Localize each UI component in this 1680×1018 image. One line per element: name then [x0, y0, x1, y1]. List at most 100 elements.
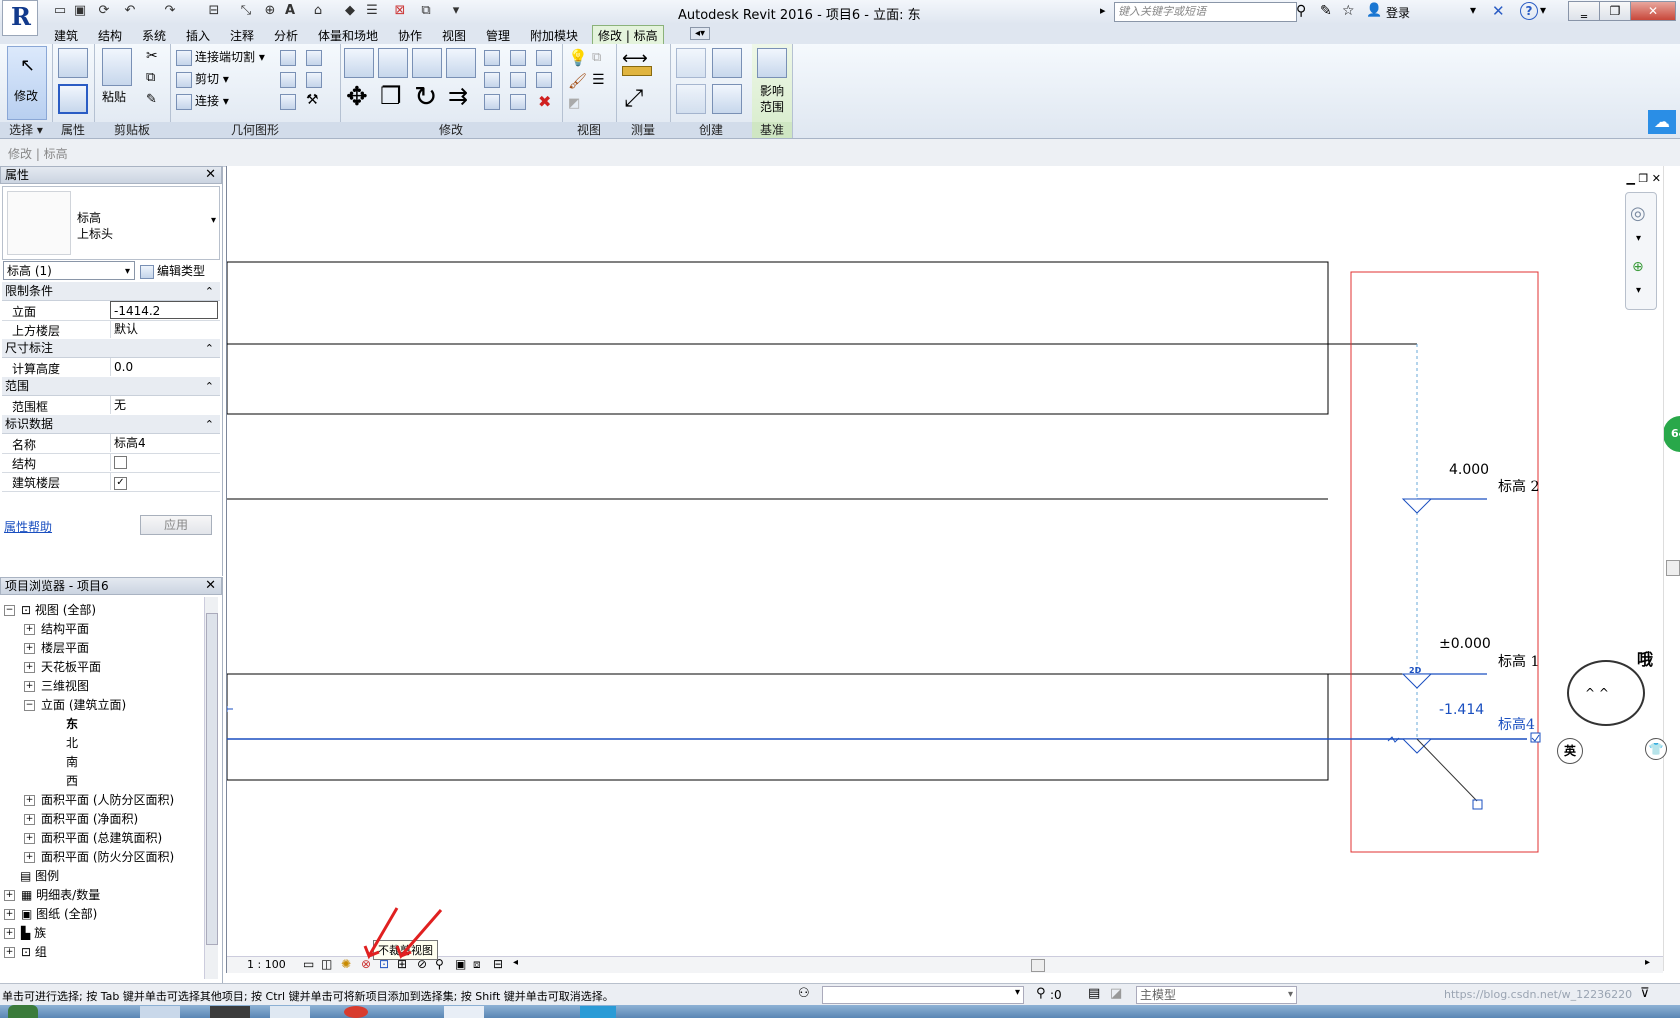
tree-area-fire[interactable]: + 面积平面 (防火分区面积) — [24, 848, 174, 865]
copy-elements-icon[interactable]: ❐ — [380, 82, 402, 110]
type-selector[interactable]: 标高 上标头 ▾ — [2, 186, 220, 260]
line-weight-icon[interactable]: ☰ — [592, 72, 605, 88]
create-parts-icon[interactable] — [712, 84, 742, 114]
search-input[interactable]: 键入关键字或短语 — [1114, 2, 1297, 22]
modify-button[interactable]: ↖ 修改 — [7, 46, 47, 120]
login-link[interactable]: 登录 — [1386, 4, 1410, 21]
taskbar-item[interactable] — [210, 1006, 250, 1018]
sun-path-icon[interactable]: ✺ — [341, 957, 351, 971]
favorites-star-icon[interactable]: ☆ — [1342, 3, 1355, 19]
redo-icon[interactable]: ↷ — [162, 3, 178, 19]
detail-level-icon[interactable]: ▭ — [303, 957, 314, 971]
cut-scissors-icon[interactable]: ✂ — [146, 48, 158, 64]
influence-label[interactable]: 影响 — [760, 82, 784, 99]
properties-help-link[interactable]: 属性帮助 — [4, 518, 52, 535]
close-button[interactable]: ✕ — [1630, 1, 1676, 21]
trim-extend-icon[interactable]: ⇉ — [448, 82, 468, 110]
override-graphics-icon[interactable]: ⧉ — [592, 50, 601, 65]
tab-manage[interactable]: 管理 — [486, 27, 510, 44]
tree-3d-views[interactable]: + 三维视图 — [24, 677, 89, 694]
taskbar-item[interactable] — [270, 1006, 310, 1018]
sync-icon[interactable]: ⟳ — [96, 3, 112, 19]
demolish-icon[interactable] — [280, 94, 296, 110]
range-label[interactable]: 范围 — [760, 98, 784, 115]
undo-icon[interactable]: ↶ — [122, 3, 138, 19]
thin-lines-icon[interactable]: ☰ — [364, 3, 380, 19]
text-icon[interactable]: A — [282, 3, 298, 19]
application-menu-button[interactable]: R — [2, 0, 38, 36]
pin-icon[interactable] — [536, 72, 552, 88]
exchange-x-icon[interactable]: ✕ — [1492, 2, 1505, 20]
unpin-icon[interactable] — [536, 50, 552, 66]
close-icon[interactable]: ✕ — [205, 578, 216, 594]
filter-icon[interactable]: ⚲ — [1036, 986, 1046, 1001]
tree-sheets[interactable]: + ▣ 图纸 (全部) — [4, 905, 97, 922]
help-dropdown-icon[interactable]: ▾ — [1540, 3, 1546, 17]
tree-area-net[interactable]: + 面积平面 (净面积) — [24, 810, 138, 827]
close-icon[interactable]: ✕ — [205, 167, 216, 183]
tab-analyze[interactable]: 分析 — [274, 27, 298, 44]
name-field[interactable]: 标高4 — [110, 434, 218, 452]
level-2-elevation[interactable]: 4.000 — [1449, 462, 1489, 478]
computation-height-field[interactable]: 0.0 — [110, 358, 218, 376]
wall-joins-icon[interactable] — [280, 50, 296, 66]
split-gap-icon[interactable] — [510, 50, 526, 66]
scale-selector[interactable]: 1 : 100 — [247, 958, 286, 971]
tab-addins[interactable]: 附加模块 — [530, 27, 578, 44]
measure-icon[interactable]: ⊟ — [206, 3, 222, 19]
paint-icon[interactable] — [280, 72, 296, 88]
lock-icon[interactable] — [1472, 799, 1483, 810]
tab-systems[interactable]: 系统 — [142, 27, 166, 44]
tree-elevation-south[interactable]: 南 — [66, 753, 78, 770]
tree-elevation-north[interactable]: 北 — [66, 734, 78, 751]
trim-single-icon[interactable] — [510, 94, 526, 110]
level-4-name[interactable]: 标高4 — [1498, 714, 1535, 734]
horizontal-scroll-thumb[interactable] — [1031, 959, 1045, 972]
tree-ceiling-plans[interactable]: + 天花板平面 — [24, 658, 101, 675]
align-icon[interactable] — [344, 48, 374, 78]
start-orb-icon[interactable] — [8, 1005, 38, 1018]
linework-brush-icon[interactable]: 🖌 — [568, 72, 587, 90]
tab-architecture[interactable]: 建筑 — [54, 27, 78, 44]
tab-collaborate[interactable]: 协作 — [398, 27, 422, 44]
scope-box-field[interactable]: 无 — [110, 396, 218, 414]
tab-structure[interactable]: 结构 — [98, 27, 122, 44]
canvas-vertical-scrollbar[interactable] — [1663, 166, 1680, 971]
open-icon[interactable]: ▭ — [52, 3, 68, 19]
subscription-icon[interactable]: ✎ — [1320, 3, 1332, 19]
copy-icon[interactable]: ⧉ — [146, 70, 155, 85]
switch-windows-icon[interactable]: ⧉ — [418, 3, 434, 19]
level-1-marker[interactable] — [1401, 673, 1433, 689]
selection-filter-icon[interactable]: ⊽ — [1640, 986, 1650, 1001]
level-4-marker[interactable] — [1401, 738, 1433, 754]
mirror-draw-icon[interactable] — [446, 48, 476, 78]
remove-paint-icon[interactable] — [306, 72, 322, 88]
elevation-field[interactable]: -1414.2 — [110, 301, 218, 319]
match-properties-icon[interactable]: ✎ — [146, 92, 157, 107]
customize-qat-icon[interactable]: ▾ — [448, 3, 464, 19]
user-icon[interactable]: 👤 — [1366, 3, 1382, 18]
workset-dropdown[interactable]: ▾ — [822, 986, 1024, 1004]
tree-elevations[interactable]: − 立面 (建筑立面) — [24, 696, 126, 713]
login-dropdown-icon[interactable]: ▾ — [1470, 3, 1476, 17]
group-extents[interactable]: 范围 ⌃ — [2, 377, 220, 396]
tree-area-civil[interactable]: + 面积平面 (人防分区面积) — [24, 791, 174, 808]
level-1-elevation[interactable]: ±0.000 — [1439, 636, 1491, 652]
tree-families[interactable]: + ▙ 族 — [4, 924, 46, 941]
join-cut-tool[interactable]: 连接端切割 ▾ — [176, 48, 265, 66]
main-model-dropdown[interactable]: 主模型 ▾ — [1136, 986, 1297, 1004]
ime-shirt-icon[interactable]: 👕 — [1645, 738, 1667, 760]
array-icon[interactable] — [484, 72, 500, 88]
scroll-left-icon[interactable]: ◂ — [513, 957, 518, 968]
scale-icon[interactable] — [510, 72, 526, 88]
lightbulb-icon[interactable]: 💡 — [568, 48, 588, 67]
save-icon[interactable]: ▣ — [72, 3, 88, 19]
reveal-hidden-icon[interactable]: ▣ — [455, 957, 466, 971]
level-4-elevation[interactable]: -1.414 — [1439, 702, 1484, 718]
move-icon[interactable]: ✥ — [346, 82, 368, 112]
building-story-checkbox[interactable]: ✓ — [114, 477, 127, 490]
tree-structural-plans[interactable]: + 结构平面 — [24, 620, 89, 637]
tree-elevation-east[interactable]: 东 — [66, 715, 78, 732]
rotate-icon[interactable]: ↻ — [414, 80, 437, 113]
join-tool[interactable]: 连接 ▾ — [176, 92, 229, 110]
